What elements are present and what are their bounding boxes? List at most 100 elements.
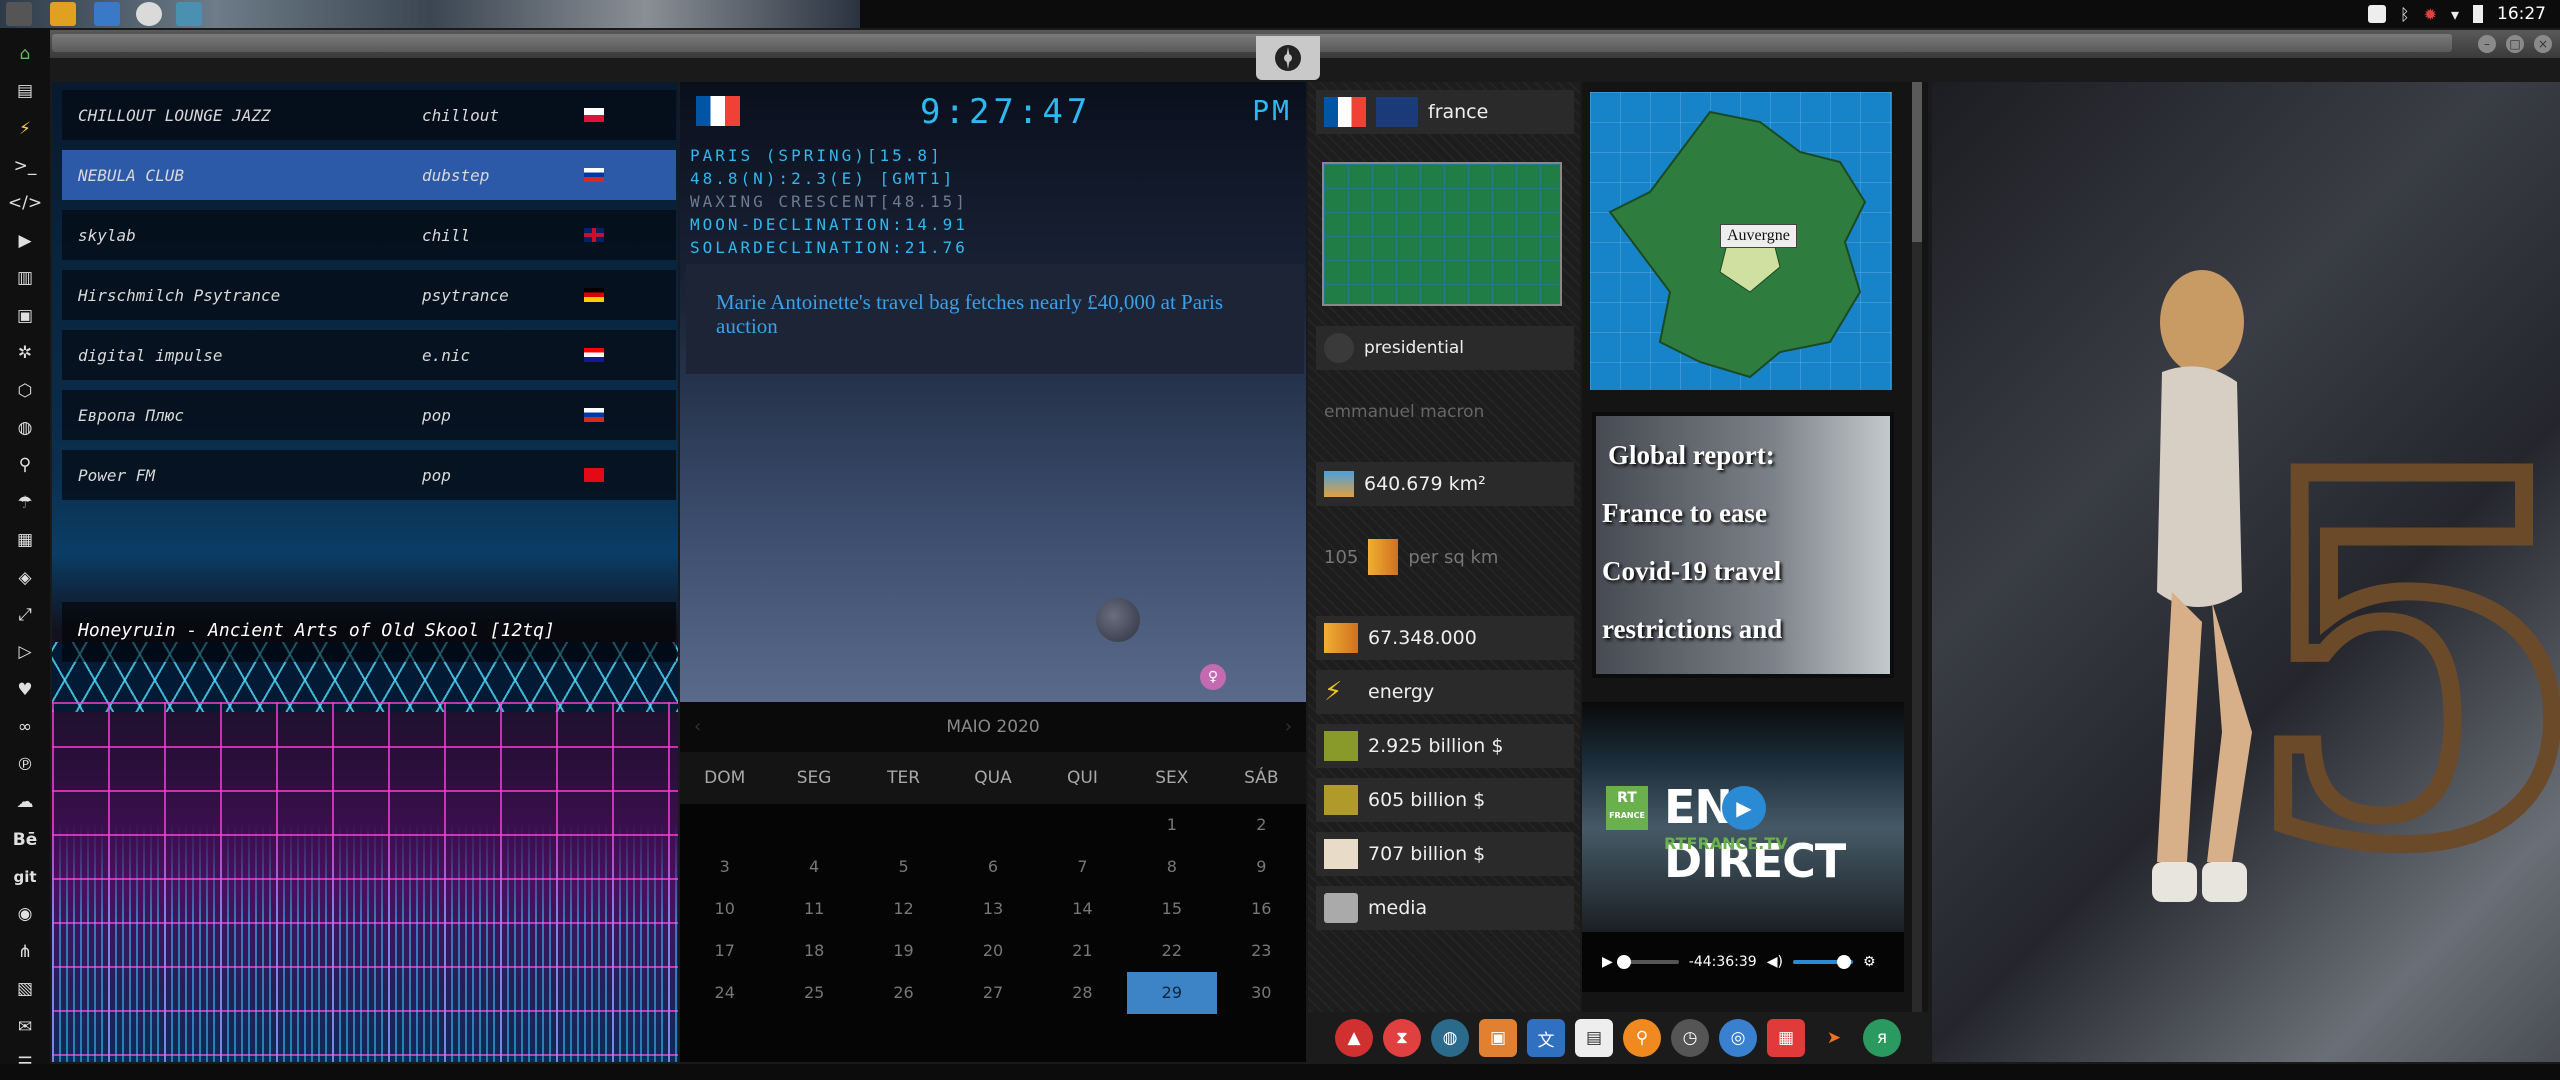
github-icon[interactable]: ◉ [9, 899, 41, 930]
calendar-day[interactable]: 18 [769, 930, 858, 972]
station-row[interactable]: Hirschmilch Psytrance psytrance [62, 270, 676, 320]
globe-icon[interactable]: ◍ [1431, 1019, 1469, 1057]
hourglass-icon[interactable]: ⧗ [1383, 1019, 1421, 1057]
progress-bar[interactable] [1617, 955, 1679, 969]
prev-month-button[interactable]: ‹ [694, 702, 701, 752]
bolt-icon[interactable]: ⚡ [9, 113, 41, 144]
calendar-day[interactable]: 15 [1127, 888, 1216, 930]
volume-bar[interactable] [1792, 955, 1853, 969]
calendar-day[interactable]: 19 [859, 930, 948, 972]
station-row[interactable]: skylab chill [62, 210, 676, 260]
next-month-button[interactable]: › [1285, 702, 1292, 752]
calendar-day[interactable]: 22 [1127, 930, 1216, 972]
image-viewer-icon[interactable]: ▣ [1479, 1019, 1517, 1057]
book-icon[interactable]: ▥ [9, 263, 41, 294]
calendar-day[interactable]: 16 [1217, 888, 1306, 930]
document-icon[interactable]: ▤ [9, 75, 41, 106]
calendar-day[interactable]: 26 [859, 972, 948, 1014]
news-headline[interactable]: Marie Antoinette's travel bag fetches ne… [686, 264, 1304, 374]
calendar-day[interactable]: 14 [1038, 888, 1127, 930]
settings-gear-icon[interactable]: ✹ [2424, 5, 2437, 24]
cloud-icon[interactable]: ☁ [9, 786, 41, 817]
clock[interactable]: 16:27 [2497, 4, 2546, 24]
mail-icon[interactable]: ✉ [9, 1011, 41, 1042]
home-icon[interactable]: ⌂ [9, 38, 41, 69]
video-player[interactable]: RT FRANCE EN DIRECT RTFRANCE.TV ▶ [1582, 702, 1904, 932]
sitemap-icon[interactable]: ⋔ [9, 936, 41, 967]
pinterest-icon[interactable]: ℗ [9, 749, 41, 780]
folder-icon[interactable] [94, 2, 120, 26]
settings-gear-icon[interactable]: ⚙ [1863, 954, 1876, 970]
calendar-day[interactable]: 2 [1217, 804, 1306, 846]
behance-icon[interactable]: Bē [9, 824, 41, 855]
chrome-icon[interactable] [136, 2, 162, 26]
station-row-active[interactable]: NEBULA CLUB dubstep [62, 150, 676, 200]
yandex-icon[interactable]: я [1863, 1019, 1901, 1057]
image-viewer-icon[interactable] [176, 2, 202, 26]
calendar-day[interactable]: 10 [680, 888, 769, 930]
code-icon[interactable]: </> [8, 188, 42, 219]
close-button[interactable]: × [2534, 35, 2552, 53]
fullscreen-icon[interactable]: ⤢ [9, 599, 41, 630]
calendar-day[interactable]: 9 [1217, 846, 1306, 888]
scrollbar-thumb[interactable] [1912, 82, 1922, 242]
calendar-day[interactable]: 30 [1217, 972, 1306, 1014]
maximize-button[interactable]: □ [2506, 35, 2524, 53]
calendar-day[interactable]: 24 [680, 972, 769, 1014]
translate-icon[interactable]: 文 [1527, 1019, 1565, 1057]
calendar-day[interactable]: 1 [1127, 804, 1216, 846]
calendar-day-today[interactable]: 29 [1127, 972, 1217, 1014]
calendar-day[interactable]: 11 [769, 888, 858, 930]
scrollbar[interactable] [1912, 82, 1922, 1062]
web-globe-icon[interactable]: ◎ [1719, 1019, 1757, 1057]
search-icon[interactable]: ⚲ [1623, 1019, 1661, 1057]
play-icon[interactable]: ▶ [1602, 954, 1613, 970]
station-row[interactable]: digital impulse e.nic [62, 330, 676, 380]
contacts-icon[interactable]: ▦ [9, 524, 41, 555]
calendar-day[interactable]: 4 [769, 846, 858, 888]
aperture-icon[interactable]: ✲ [9, 337, 41, 368]
calendar-day[interactable]: 3 [680, 846, 769, 888]
git-icon[interactable]: git [9, 861, 41, 892]
fan-icon[interactable] [2367, 5, 2386, 23]
autocad-icon[interactable]: ▲ [1335, 1019, 1373, 1057]
progress-handle[interactable] [1617, 955, 1632, 969]
calendar-day[interactable]: 7 [1038, 846, 1127, 888]
wifi-icon[interactable]: ▾ [2451, 5, 2459, 24]
battery-icon[interactable] [2473, 5, 2483, 23]
calendar-day[interactable]: 17 [680, 930, 769, 972]
tag-icon[interactable]: ◈ [9, 562, 41, 593]
rebel-alliance-icon[interactable] [1256, 36, 1320, 80]
hexagon-icon[interactable]: ⬡ [9, 375, 41, 406]
station-row[interactable]: Power FM pop [62, 450, 676, 500]
calendar-day[interactable]: 27 [948, 972, 1037, 1014]
minimize-button[interactable]: – [2478, 35, 2496, 53]
calendar-day[interactable]: 8 [1127, 846, 1216, 888]
search-icon[interactable]: ⚲ [9, 450, 41, 481]
calendar-icon[interactable]: ▦ [1767, 1019, 1805, 1057]
bluetooth-icon[interactable]: ᛒ [2400, 5, 2410, 24]
calendar-day[interactable]: 23 [1217, 930, 1306, 972]
clock-icon[interactable]: ◷ [1671, 1019, 1709, 1057]
volume-icon[interactable]: ◀) [1767, 954, 1783, 970]
calendar-day[interactable]: 28 [1038, 972, 1127, 1014]
youtube-icon[interactable]: ▷ [9, 637, 41, 668]
news-reader-icon[interactable]: ▤ [1575, 1019, 1613, 1057]
media-row[interactable]: media [1316, 886, 1574, 930]
calendar-day[interactable]: 12 [859, 888, 948, 930]
calendar-day[interactable]: 13 [948, 888, 1037, 930]
umbrella-icon[interactable]: ☂ [9, 487, 41, 518]
station-row[interactable]: Европа Плюс pop [62, 390, 676, 440]
play-icon[interactable]: ▶ [9, 225, 41, 256]
globe-icon[interactable]: ◍ [9, 412, 41, 443]
app-menu-icon[interactable] [6, 2, 32, 26]
lastfm-icon[interactable]: ∞ [9, 712, 41, 743]
heart-icon[interactable]: ♥ [9, 674, 41, 705]
arrow-icon[interactable]: ➤ [1815, 1019, 1853, 1057]
calendar-day[interactable]: 20 [948, 930, 1037, 972]
terminal-icon[interactable]: >_ [9, 150, 41, 181]
sublime-icon[interactable] [50, 2, 76, 26]
calendar-day[interactable]: 6 [948, 846, 1037, 888]
map-icon[interactable]: ▧ [9, 974, 41, 1005]
play-overlay-icon[interactable]: ▶ [1722, 786, 1766, 830]
